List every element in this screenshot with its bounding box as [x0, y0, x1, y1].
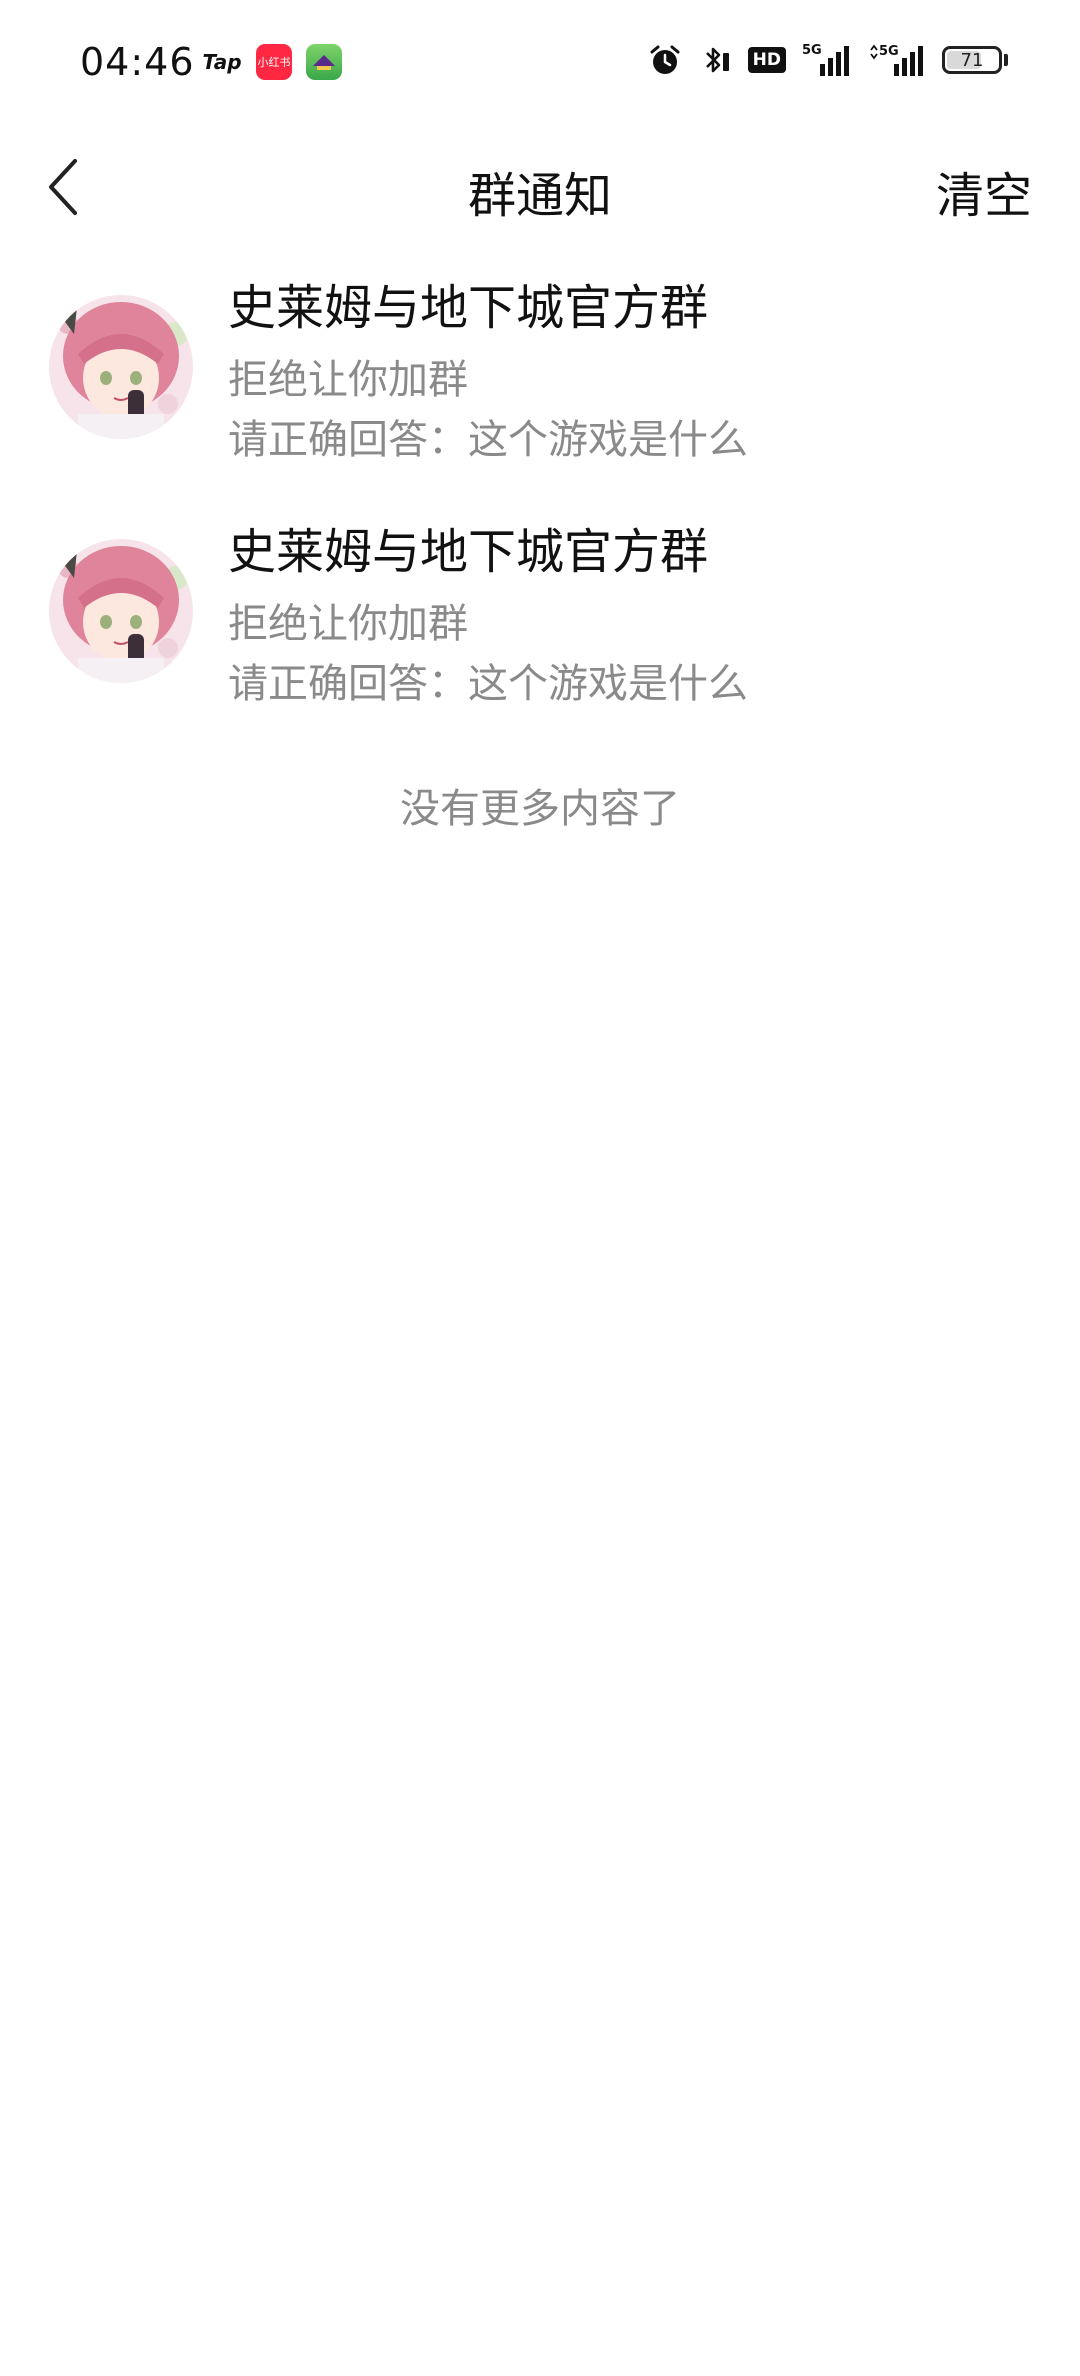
hd-voice-badge: HD — [747, 47, 786, 73]
svg-text:5G: 5G — [802, 43, 822, 58]
status-right-icons: HD 5G 5G 71 — [648, 42, 1008, 78]
group-avatar[interactable] — [48, 294, 194, 440]
signal-5g-data-icon: 5G — [868, 42, 926, 78]
group-name: 史莱姆与地下城官方群 — [228, 280, 709, 336]
status-time: 04:46 — [80, 40, 195, 84]
battery-body: 71 — [942, 46, 1002, 74]
svg-text:5G: 5G — [879, 44, 899, 59]
notification-reason: 请正确回答：这个游戏是什么 — [228, 417, 748, 463]
battery-icon: 71 — [942, 46, 1008, 74]
signal-5g-icon: 5G — [802, 42, 852, 78]
clear-button[interactable]: 清空 — [936, 156, 1032, 226]
battery-level: 71 — [960, 49, 984, 71]
alarm-icon — [648, 43, 682, 77]
notification-status: 拒绝让你加群 — [228, 601, 468, 647]
status-bar: 04:46 Tap 小红书 HD 5G 5G 71 — [0, 0, 1080, 130]
page-title: 群通知 — [467, 168, 612, 224]
status-app-icons: Tap 小红书 — [202, 44, 342, 80]
xiaohongshu-icon: 小红书 — [256, 44, 292, 80]
notification-status: 拒绝让你加群 — [228, 357, 468, 403]
game-app-icon — [306, 44, 342, 80]
battery-cap — [1004, 54, 1008, 66]
notification-list: 史莱姆与地下城官方群 拒绝让你加群 请正确回答：这个游戏是什么 史莱姆与地下城官… — [0, 246, 1080, 734]
tap-icon: Tap — [202, 50, 242, 74]
bluetooth-icon — [698, 43, 732, 77]
notification-item[interactable]: 史莱姆与地下城官方群 拒绝让你加群 请正确回答：这个游戏是什么 — [0, 246, 1080, 490]
nav-bar: 群通知 清空 — [0, 130, 1080, 246]
notification-reason: 请正确回答：这个游戏是什么 — [228, 661, 748, 707]
notification-item[interactable]: 史莱姆与地下城官方群 拒绝让你加群 请正确回答：这个游戏是什么 — [0, 490, 1080, 734]
notification-texts: 史莱姆与地下城官方群 拒绝让你加群 请正确回答：这个游戏是什么 — [228, 276, 1040, 468]
group-name: 史莱姆与地下城官方群 — [228, 524, 709, 580]
no-more-content-label: 没有更多内容了 — [400, 786, 680, 832]
notification-texts: 史莱姆与地下城官方群 拒绝让你加群 请正确回答：这个游戏是什么 — [228, 520, 1040, 712]
group-avatar[interactable] — [48, 538, 194, 684]
